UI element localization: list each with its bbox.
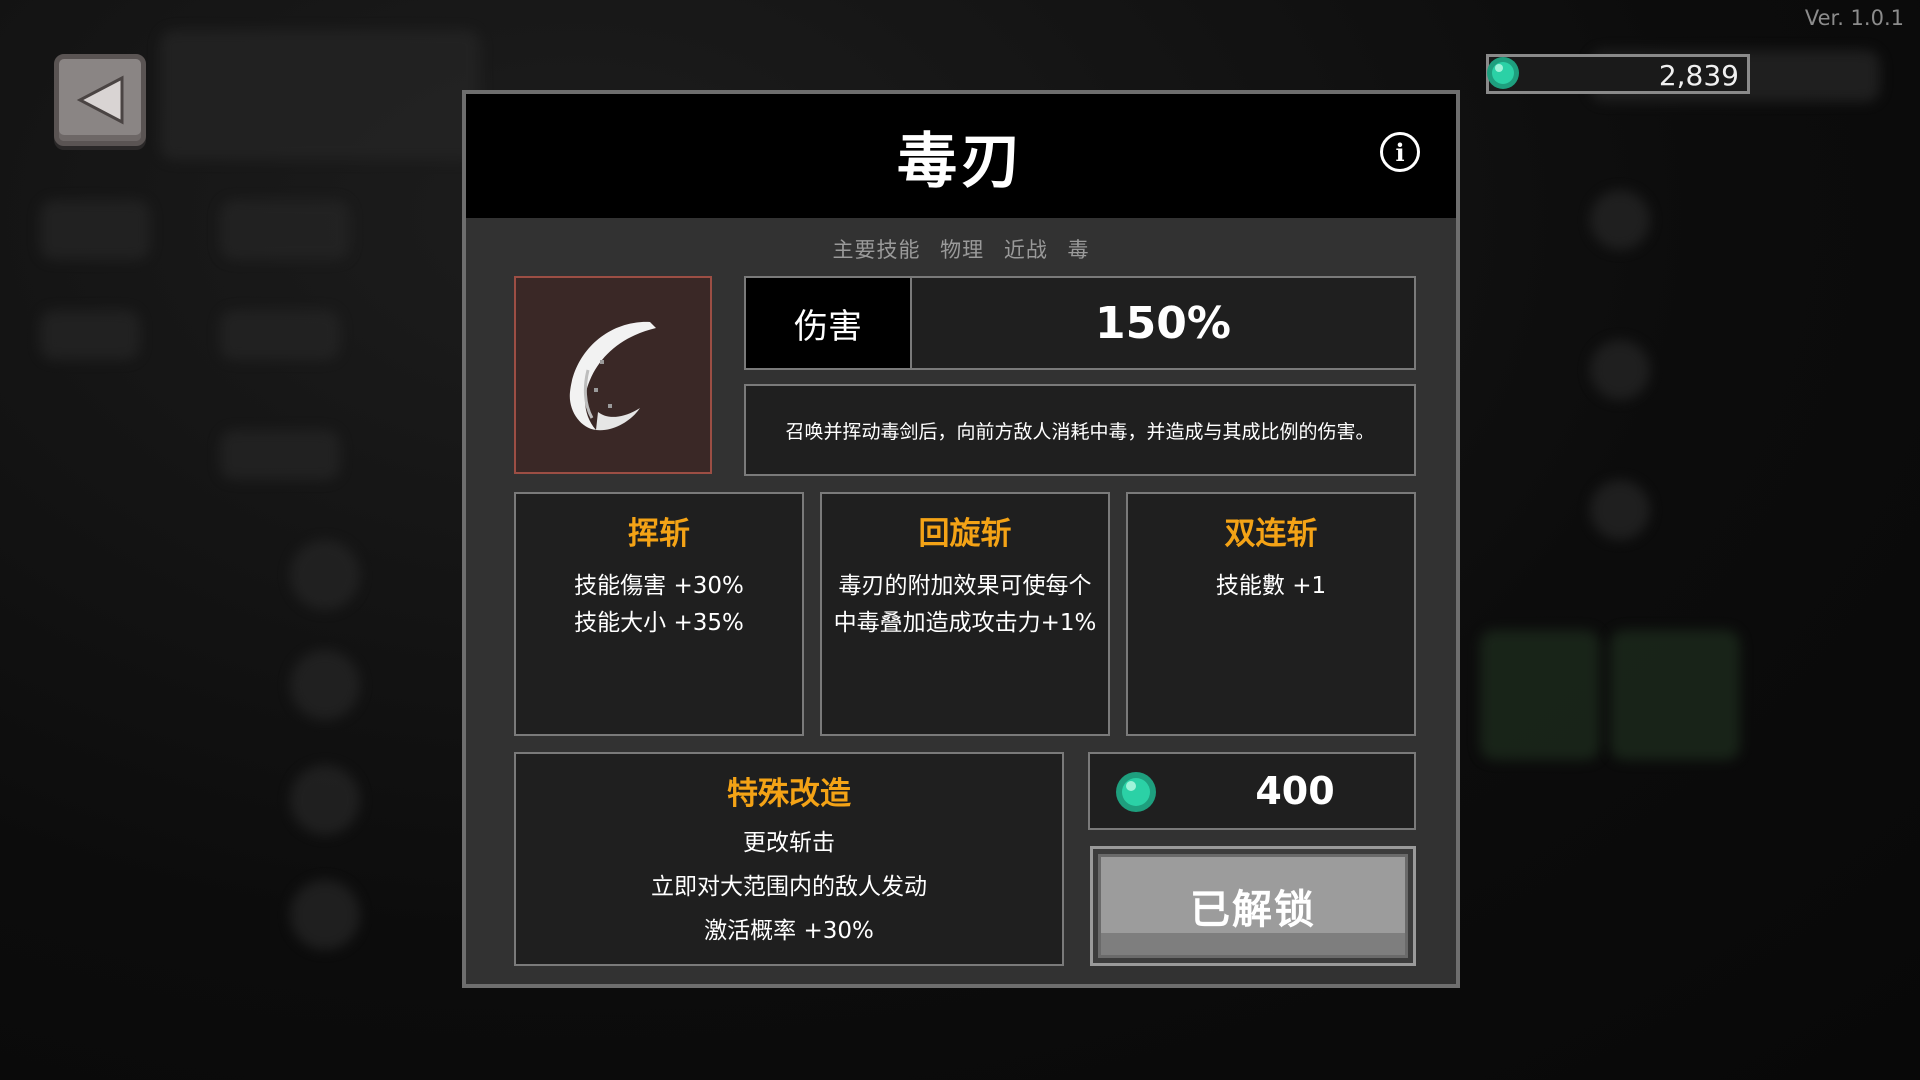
tag: 主要技能 [832,238,921,262]
upgrade-name: 挥斩 [628,516,690,552]
upgrade-effect: 技能大小 +35% [574,610,744,636]
gem-icon [1487,57,1519,89]
blurred-tab [220,430,340,480]
unlock-button[interactable]: 已解锁 [1090,846,1416,966]
info-icon: i [1395,137,1405,167]
damage-stat: 伤害 150% [744,276,1416,370]
upgrade-card[interactable]: 双连斩 技能數 +1 [1126,492,1416,736]
tag: 毒 [1067,238,1090,262]
version-label: Ver. 1.0.1 [1804,6,1904,30]
special-mod-effect: 更改斩击 [743,830,835,856]
skill-detail-dialog: 毒刃 i 主要技能 物理 近战 毒 伤害 150% 召唤并挥动毒剑后，向前方敌人… [462,90,1460,988]
blurred-icon [290,540,360,610]
skill-description: 召唤并挥动毒剑后，向前方敌人消耗中毒，并造成与其成比例的伤害。 [744,384,1416,476]
blurred-card [1480,630,1600,760]
damage-label: 伤害 [746,278,912,368]
blurred-icon [1590,480,1650,540]
upgrade-name: 回旋斩 [918,516,1012,552]
back-button[interactable] [54,54,146,146]
blurred-icon [290,880,360,950]
special-mod-card[interactable]: 特殊改造 更改斩击 立即对大范围内的敌人发动 激活概率 +30% [514,752,1064,966]
info-button[interactable]: i [1380,132,1420,172]
tag: 近战 [1003,238,1048,262]
skill-icon-frame [514,276,712,474]
skill-title: 毒刃 [897,126,1025,197]
special-mod-name: 特殊改造 [727,776,851,812]
blurred-tab [220,310,340,360]
upgrade-effect: 技能傷害 +30% [574,573,744,599]
blurred-icon [1590,190,1650,250]
blurred-icon [290,765,360,835]
blurred-icon [290,650,360,720]
blurred-tab [220,200,350,260]
upgrade-effect: 毒刃的附加效果可使每个 [838,573,1092,599]
poison-blade-icon [569,321,656,431]
currency-counter: 2,839 [1486,54,1750,94]
upgrade-card[interactable]: 挥斩 技能傷害 +30% 技能大小 +35% [514,492,804,736]
blurred-panel [160,30,480,160]
upgrade-card[interactable]: 回旋斩 毒刃的附加效果可使每个 中毒叠加造成攻击力+1% [820,492,1110,736]
blurred-tab [40,310,140,360]
upgrade-effect: 中毒叠加造成攻击力+1% [833,610,1097,636]
description-text: 召唤并挥动毒剑后，向前方敌人消耗中毒，并造成与其成比例的伤害。 [785,420,1375,443]
gem-icon [1116,772,1156,812]
cost-amount: 400 [1255,769,1335,813]
back-arrow-icon [76,75,124,125]
unlock-label: 已解锁 [1098,854,1408,958]
special-mod-effect: 激活概率 +30% [704,918,874,944]
blurred-tab [40,200,150,260]
damage-value: 150% [1095,297,1231,349]
blurred-icon [1590,340,1650,400]
unlock-cost: 400 [1088,752,1416,830]
currency-amount: 2,839 [1658,59,1739,92]
tag: 物理 [940,238,985,262]
special-mod-effect: 立即对大范围内的敌人发动 [651,874,927,900]
dialog-header: 毒刃 i [466,94,1456,218]
blurred-card [1610,630,1740,760]
upgrade-name: 双连斩 [1224,516,1318,552]
upgrade-effect: 技能數 +1 [1215,573,1327,599]
skill-tags: 主要技能 物理 近战 毒 [466,234,1456,264]
